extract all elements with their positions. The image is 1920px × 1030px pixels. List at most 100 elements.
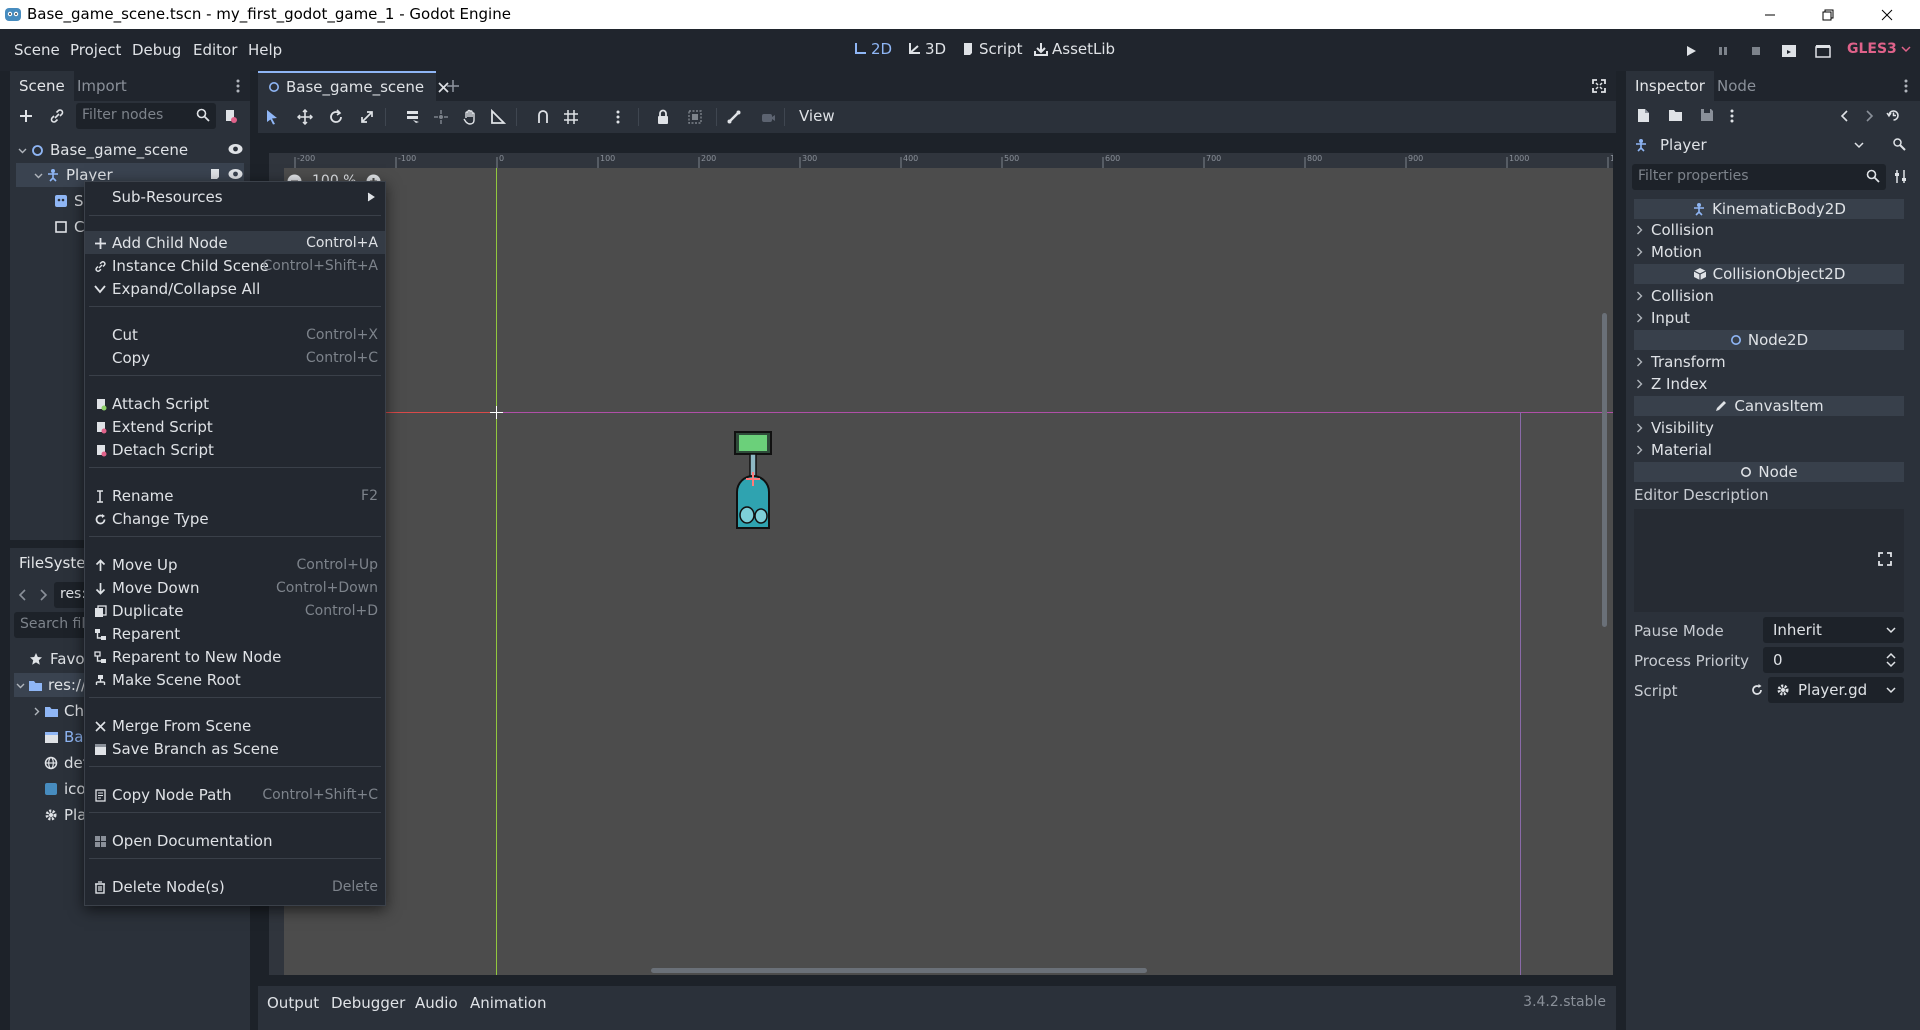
minimize-button[interactable] [1741,0,1799,29]
script-resource-picker[interactable]: Player.gd [1768,677,1904,703]
renderer-selector[interactable]: GLES3 [1847,41,1911,57]
menu-item-detach-script[interactable]: Detach Script [85,438,385,461]
more-options-icon[interactable] [616,110,620,124]
filter-properties-input[interactable]: Filter properties [1632,164,1886,190]
menu-item-open-documentation[interactable]: Open Documentation [85,829,385,852]
property-group-collision[interactable]: Collision [1636,285,1714,307]
back-arrow-icon[interactable] [18,588,28,602]
group-icon[interactable] [687,109,703,125]
menu-item-copy-node-path[interactable]: Copy Node Path Control+Shift+C [85,783,385,806]
save-icon[interactable] [1700,108,1714,122]
view-menu-button[interactable]: View [799,107,835,125]
workspace-script-button[interactable]: Script [961,40,1023,58]
restore-button[interactable] [1799,0,1857,29]
menu-item-reparent-to-new-node[interactable]: Reparent to New Node [85,645,385,668]
stop-button[interactable] [1746,41,1766,61]
property-group-motion[interactable]: Motion [1636,241,1702,263]
play-custom-scene-button[interactable] [1813,41,1833,61]
menu-item-attach-script[interactable]: Attach Script [85,392,385,415]
visibility-eye-icon[interactable] [228,168,243,180]
grid-snap-icon[interactable] [563,109,579,125]
menu-item-delete-nodes[interactable]: Delete Node(s) Delete [85,875,385,898]
menu-item-change-type[interactable]: Change Type [85,507,385,530]
visibility-eye-icon[interactable] [228,143,243,155]
distraction-free-icon[interactable] [1592,79,1606,93]
menu-item-sub-resources[interactable]: Sub-Resources [85,185,385,208]
tree-item-base-game-scene[interactable]: Base_game_scene [16,138,244,162]
spin-arrows-icon[interactable] [1886,652,1896,668]
ruler-mode-icon[interactable] [490,109,506,125]
pause-mode-select[interactable]: Inherit [1763,617,1904,643]
menu-item-duplicate[interactable]: Duplicate Control+D [85,599,385,622]
process-priority-spinbox[interactable]: 0 [1763,647,1904,673]
filter-nodes-input[interactable]: Filter nodes [76,103,216,129]
menu-scene[interactable]: Scene [14,41,60,59]
bottom-tab-animation[interactable]: Animation [470,994,546,1012]
new-scene-tab-icon[interactable] [446,79,460,93]
move-mode-icon[interactable] [297,109,313,125]
scene-tab-base-game-scene[interactable]: Base_game_scene [258,71,449,101]
workspace-3d-button[interactable]: 3D [907,40,946,58]
script-icon[interactable] [208,168,221,181]
menu-item-make-scene-root[interactable]: Make Scene Root [85,668,385,691]
property-group-transform[interactable]: Transform [1636,351,1726,373]
menu-item-add-child-node[interactable]: Add Child Node Control+A [85,231,385,254]
expand-editor-icon[interactable] [1878,552,1892,566]
menu-item-move-up[interactable]: Move Up Control+Up [85,553,385,576]
menu-item-reparent[interactable]: Reparent [85,622,385,645]
pivot-mode-icon[interactable] [433,109,449,125]
attach-script-button[interactable] [222,108,238,124]
player-sprite[interactable] [729,430,777,534]
lock-icon[interactable] [656,109,670,125]
smart-snap-icon[interactable] [535,109,551,125]
forward-arrow-icon[interactable] [38,588,48,602]
workspace-assetlib-button[interactable]: AssetLib [1034,40,1115,58]
menu-item-extend-script[interactable]: Extend Script [85,415,385,438]
menu-project[interactable]: Project [70,41,121,59]
chevron-down-icon[interactable] [32,171,44,180]
workspace-2d-button[interactable]: 2D [853,40,892,58]
scale-mode-icon[interactable] [359,109,375,125]
property-options-icon[interactable] [1894,169,1908,184]
dock-options-icon[interactable] [1904,79,1908,93]
pan-mode-icon[interactable] [462,109,478,125]
menu-item-instance-child-scene[interactable]: Instance Child Scene Control+Shift+A [85,254,385,277]
list-select-icon[interactable] [405,109,421,125]
property-group-collision[interactable]: Collision [1636,219,1714,241]
tab-import[interactable]: Import [68,71,136,101]
property-group-material[interactable]: Material [1636,439,1712,461]
tab-inspector[interactable]: Inspector [1626,71,1714,101]
pause-button[interactable] [1713,41,1733,61]
rotate-mode-icon[interactable] [328,109,344,125]
bone-icon[interactable] [726,109,742,125]
editor-description-textarea[interactable] [1634,509,1904,612]
open-folder-icon[interactable] [1668,108,1683,122]
instance-scene-button[interactable] [49,108,65,124]
file-item-favorites[interactable]: Favor [26,647,91,671]
property-group-z-index[interactable]: Z Index [1636,373,1707,395]
menu-help[interactable]: Help [248,41,282,59]
chevron-down-icon[interactable] [14,681,26,690]
menu-item-copy[interactable]: Copy Control+C [85,346,385,369]
play-button[interactable] [1681,41,1701,61]
object-properties-icon[interactable] [1892,137,1907,152]
tab-node[interactable]: Node [1708,71,1765,101]
bottom-tab-debugger[interactable]: Debugger [331,994,405,1012]
camera-override-icon[interactable] [760,109,776,125]
property-group-visibility[interactable]: Visibility [1636,417,1714,439]
menu-debug[interactable]: Debug [132,41,181,59]
horizontal-scrollbar[interactable] [651,968,1147,973]
file-item-default-env[interactable]: def [42,751,88,775]
history-back-icon[interactable] [1840,109,1850,123]
canvas-viewport[interactable]: -200 -100 0 100 200 300 400 500 600 700 … [269,153,1613,975]
menu-item-save-branch-as-scene[interactable]: Save Branch as Scene [85,737,385,760]
tab-scene[interactable]: Scene [10,71,74,101]
menu-item-cut[interactable]: Cut Control+X [85,323,385,346]
history-icon[interactable] [1886,108,1901,123]
menu-item-rename[interactable]: Rename F2 [85,484,385,507]
bottom-tab-output[interactable]: Output [267,994,319,1012]
menu-item-expand-collapse-all[interactable]: Expand/Collapse All [85,277,385,300]
play-scene-button[interactable] [1779,41,1799,61]
add-node-button[interactable] [18,108,34,124]
more-options-icon[interactable] [1730,109,1734,123]
